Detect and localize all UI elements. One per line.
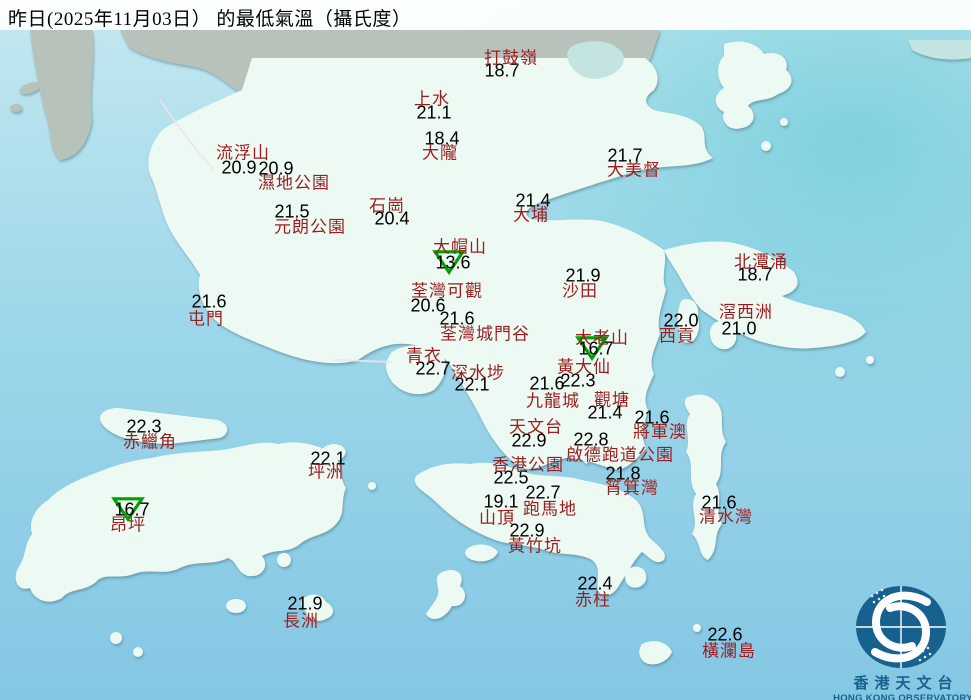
station-label: 跑馬地 xyxy=(523,499,577,519)
min-temperature-map: 昨日(2025年11月03日） 的最低氣溫（攝氏度） 18.7 打鼓嶺 21.1 上水… xyxy=(0,0,971,700)
station-label: 石崗 xyxy=(369,196,405,216)
station-label: 坪洲 xyxy=(308,462,344,482)
station-label: 大美督 xyxy=(607,160,661,180)
station-label: 青衣 xyxy=(406,346,442,366)
title-bar: 昨日(2025年11月03日） 的最低氣溫（攝氏度） xyxy=(0,0,971,30)
station-label: 天文台 xyxy=(509,417,563,437)
station-label: 觀塘 xyxy=(594,390,630,410)
station-label: 屯門 xyxy=(188,309,224,329)
station-label: 沙田 xyxy=(562,281,598,301)
station-label: 大埔 xyxy=(513,205,549,225)
station-label: 大老山 xyxy=(575,328,629,348)
station-label: 香港公園 xyxy=(492,455,564,475)
station-label: 赤鱲角 xyxy=(123,432,177,452)
station-label: 黃竹坑 xyxy=(508,536,562,556)
station-label: 濕地公園 xyxy=(258,173,330,193)
station-label: 黃大仙 xyxy=(557,357,611,377)
station-label: 荃灣可觀 xyxy=(411,281,483,301)
station-label: 大帽山 xyxy=(433,237,487,257)
hko-logo: 香港天文台 HONG KONG OBSERVATORY xyxy=(833,584,971,700)
map-title: 昨日(2025年11月03日） 的最低氣溫（攝氏度） xyxy=(8,9,412,30)
station-label: 筲箕灣 xyxy=(605,478,659,498)
station-label: 長洲 xyxy=(283,611,319,631)
station-label: 北潭涌 xyxy=(734,252,788,272)
hko-name-chinese: 香港天文台 xyxy=(853,675,959,692)
station-label: 上水 xyxy=(414,89,450,109)
station-label: 大隴 xyxy=(422,143,458,163)
station-label: 荃灣城門谷 xyxy=(440,324,530,344)
hko-emblem-spacer xyxy=(833,584,971,670)
station-label: 九龍城 xyxy=(526,391,580,411)
station-label: 打鼓嶺 xyxy=(484,48,538,68)
station-label: 清水灣 xyxy=(699,507,753,527)
station-label: 滘西洲 xyxy=(719,302,773,322)
station-label: 赤柱 xyxy=(575,590,611,610)
stations-layer: 18.7 打鼓嶺 21.1 上水 18.4 大隴 20.9 流浮山 20.9 濕地公園 21.5 元朗… xyxy=(0,0,971,700)
station-label: 啟德跑道公園 xyxy=(566,445,674,465)
station-label: 深水埗 xyxy=(451,363,505,383)
station-label: 昂坪 xyxy=(110,515,146,535)
station-label: 西貢 xyxy=(659,326,695,346)
station-label: 橫瀾島 xyxy=(702,641,756,661)
station-label: 將軍澳 xyxy=(633,422,687,442)
station-label: 元朗公園 xyxy=(274,217,346,237)
hko-name-english: HONG KONG OBSERVATORY xyxy=(833,693,971,700)
